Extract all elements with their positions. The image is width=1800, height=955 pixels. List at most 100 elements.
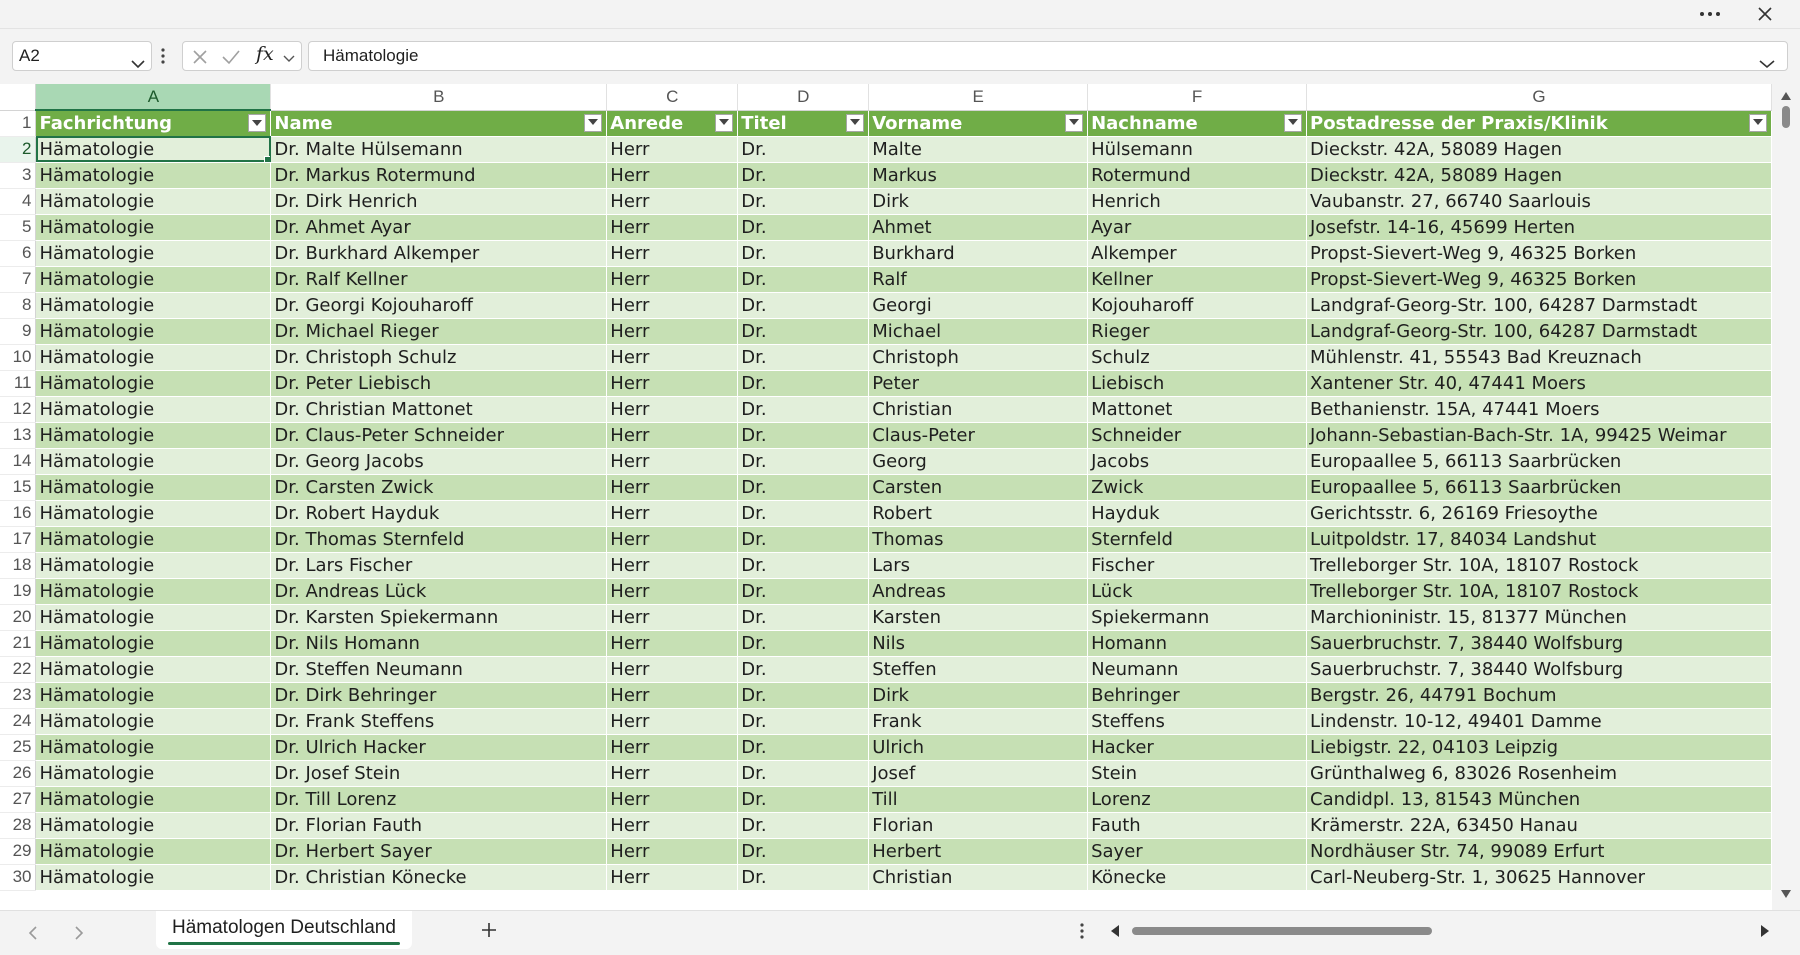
chevron-right-icon[interactable]: [74, 925, 84, 946]
table-cell[interactable]: Hämatologie: [35, 344, 272, 371]
sheet-tab-active[interactable]: Hämatologen Deutschland: [156, 911, 412, 949]
table-cell[interactable]: Herr: [606, 370, 739, 397]
table-cell[interactable]: Herr: [606, 396, 739, 423]
table-cell[interactable]: Sauerbruchstr. 7, 38440 Wolfsburg: [1306, 656, 1772, 683]
table-cell[interactable]: Dr. Nils Homann: [270, 630, 608, 657]
table-cell[interactable]: Dr. Dirk Henrich: [270, 188, 608, 215]
row-number[interactable]: 30: [0, 864, 37, 891]
table-cell[interactable]: Hämatologie: [35, 136, 272, 163]
table-cell[interactable]: Dr. Robert Hayduk: [270, 500, 608, 527]
table-cell[interactable]: Dr. Lars Fischer: [270, 552, 608, 579]
row-number[interactable]: 1: [0, 110, 37, 137]
table-cell[interactable]: Herr: [606, 786, 739, 813]
row-number[interactable]: 25: [0, 734, 37, 761]
table-cell[interactable]: Thomas: [868, 526, 1089, 553]
table-cell[interactable]: Schulz: [1087, 344, 1307, 371]
table-cell[interactable]: Henrich: [1087, 188, 1307, 215]
table-cell[interactable]: Peter: [868, 370, 1089, 397]
formula-input[interactable]: Hämatologie: [308, 41, 1788, 71]
table-cell[interactable]: Hämatologie: [35, 162, 272, 189]
table-cell[interactable]: Hämatologie: [35, 370, 272, 397]
table-cell[interactable]: Propst-Sievert-Weg 9, 46325 Borken: [1306, 240, 1772, 267]
filter-dropdown-icon[interactable]: [846, 113, 865, 132]
table-cell[interactable]: Dr.: [737, 370, 870, 397]
table-cell[interactable]: Sayer: [1087, 838, 1307, 865]
table-cell[interactable]: Hämatologie: [35, 734, 272, 761]
table-cell[interactable]: Liebigstr. 22, 04103 Leipzig: [1306, 734, 1772, 761]
row-number[interactable]: 19: [0, 578, 37, 605]
table-cell[interactable]: Christoph: [868, 344, 1089, 371]
scroll-down-icon[interactable]: [1780, 886, 1792, 904]
filter-dropdown-icon[interactable]: [1749, 113, 1767, 132]
table-cell[interactable]: Florian: [868, 812, 1089, 839]
table-cell[interactable]: Neumann: [1087, 656, 1307, 683]
select-all-corner[interactable]: [0, 84, 37, 111]
table-cell[interactable]: Lars: [868, 552, 1089, 579]
row-number[interactable]: 24: [0, 708, 37, 735]
table-cell[interactable]: Dr.: [737, 318, 870, 345]
table-cell[interactable]: Herr: [606, 318, 739, 345]
table-cell[interactable]: Ulrich: [868, 734, 1089, 761]
row-number[interactable]: 4: [0, 188, 37, 215]
table-cell[interactable]: Dr. Frank Steffens: [270, 708, 608, 735]
scroll-left-icon[interactable]: [1110, 924, 1120, 943]
table-cell[interactable]: Hämatologie: [35, 474, 272, 501]
table-cell[interactable]: Hämatologie: [35, 682, 272, 709]
row-number[interactable]: 10: [0, 344, 37, 371]
row-number[interactable]: 8: [0, 292, 37, 319]
insert-function-button[interactable]: fx: [256, 43, 274, 65]
row-number[interactable]: 3: [0, 162, 37, 189]
table-cell[interactable]: Trelleborger Str. 10A, 18107 Rostock: [1306, 552, 1772, 579]
row-number[interactable]: 15: [0, 474, 37, 501]
row-number[interactable]: 29: [0, 838, 37, 865]
table-cell[interactable]: Marchioninistr. 15, 81377 München: [1306, 604, 1772, 631]
column-header-g[interactable]: G: [1306, 84, 1772, 111]
chevron-left-icon[interactable]: [28, 925, 38, 946]
table-cell[interactable]: Hämatologie: [35, 526, 272, 553]
table-cell[interactable]: Dr. Claus-Peter Schneider: [270, 422, 608, 449]
table-cell[interactable]: Dr. Markus Rotermund: [270, 162, 608, 189]
row-number[interactable]: 21: [0, 630, 37, 657]
table-cell[interactable]: Josef: [868, 760, 1089, 787]
table-cell[interactable]: Dr. Christian Könecke: [270, 864, 608, 891]
table-cell[interactable]: Dr. Herbert Sayer: [270, 838, 608, 865]
row-number[interactable]: 22: [0, 656, 37, 683]
table-cell[interactable]: Markus: [868, 162, 1089, 189]
table-cell[interactable]: Dr. Ulrich Hacker: [270, 734, 608, 761]
cancel-icon[interactable]: [191, 48, 209, 71]
table-cell[interactable]: Lück: [1087, 578, 1307, 605]
table-cell[interactable]: Till: [868, 786, 1089, 813]
chevron-down-icon[interactable]: [283, 51, 295, 69]
table-cell[interactable]: Dr.: [737, 422, 870, 449]
row-number[interactable]: 18: [0, 552, 37, 579]
table-cell[interactable]: Steffen: [868, 656, 1089, 683]
table-cell[interactable]: Herr: [606, 838, 739, 865]
table-cell[interactable]: Hayduk: [1087, 500, 1307, 527]
table-cell[interactable]: Herr: [606, 630, 739, 657]
table-cell[interactable]: Herr: [606, 474, 739, 501]
table-cell[interactable]: Kellner: [1087, 266, 1307, 293]
table-cell[interactable]: Dr.: [737, 240, 870, 267]
table-cell[interactable]: Hämatologie: [35, 552, 272, 579]
row-number[interactable]: 17: [0, 526, 37, 553]
table-cell[interactable]: Herr: [606, 214, 739, 241]
table-cell[interactable]: Dr. Till Lorenz: [270, 786, 608, 813]
table-cell[interactable]: Herr: [606, 422, 739, 449]
table-cell[interactable]: Dr.: [737, 136, 870, 163]
table-cell[interactable]: Europaallee 5, 66113 Saarbrücken: [1306, 448, 1772, 475]
table-cell[interactable]: Dr. Ralf Kellner: [270, 266, 608, 293]
table-cell[interactable]: Fischer: [1087, 552, 1307, 579]
table-cell[interactable]: Luitpoldstr. 17, 84034 Landshut: [1306, 526, 1772, 553]
table-cell[interactable]: Schneider: [1087, 422, 1307, 449]
table-cell[interactable]: Lorenz: [1087, 786, 1307, 813]
vertical-dots-icon[interactable]: [161, 48, 165, 69]
more-options-button[interactable]: [1690, 2, 1730, 26]
table-cell[interactable]: Hämatologie: [35, 760, 272, 787]
table-cell[interactable]: Herr: [606, 604, 739, 631]
table-cell[interactable]: Dieckstr. 42A, 58089 Hagen: [1306, 162, 1772, 189]
vertical-scroll-thumb[interactable]: [1782, 106, 1790, 128]
table-header-cell[interactable]: Postadresse der Praxis/Klinik: [1306, 110, 1772, 137]
column-header-e[interactable]: E: [868, 84, 1089, 111]
table-cell[interactable]: Xantener Str. 40, 47441 Moers: [1306, 370, 1772, 397]
table-cell[interactable]: Dr.: [737, 266, 870, 293]
